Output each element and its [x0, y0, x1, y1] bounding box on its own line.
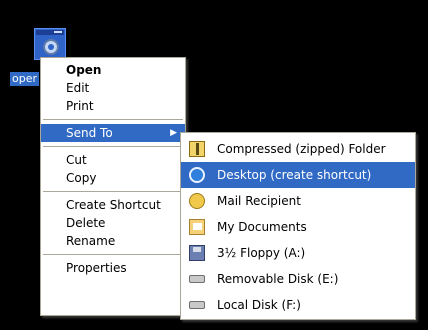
context-menu: Open Edit Print Send To ▶ Cut Copy Creat… [40, 57, 186, 316]
floppy-drive-icon [189, 245, 205, 261]
desktop: oper Open Edit Print Send To ▶ Cut Copy … [0, 0, 428, 330]
send-to-item-label: Mail Recipient [217, 194, 301, 208]
menu-item-rename[interactable]: Rename [41, 232, 185, 250]
send-to-item-label: Compressed (zipped) Folder [217, 142, 386, 156]
submenu-arrow-icon: ▶ [170, 128, 177, 138]
menu-item-create-shortcut[interactable]: Create Shortcut [41, 196, 185, 214]
menu-item-edit[interactable]: Edit [41, 79, 185, 97]
send-to-floppy[interactable]: 3½ Floppy (A:) [181, 240, 415, 266]
menu-item-delete[interactable]: Delete [41, 214, 185, 232]
menu-item-open[interactable]: Open [41, 61, 185, 79]
send-to-submenu: Compressed (zipped) Folder Desktop (crea… [180, 132, 416, 320]
menu-item-cut[interactable]: Cut [41, 151, 185, 169]
zip-folder-icon [189, 141, 205, 157]
menu-separator [43, 254, 183, 255]
send-to-my-documents[interactable]: My Documents [181, 214, 415, 240]
send-to-local-disk[interactable]: Local Disk (F:) [181, 292, 415, 318]
menu-item-send-to-label: Send To [66, 126, 113, 140]
desktop-icon-label[interactable]: oper [10, 72, 40, 86]
menu-separator [43, 191, 183, 192]
send-to-removable-disk[interactable]: Removable Disk (E:) [181, 266, 415, 292]
send-to-mail-recipient[interactable]: Mail Recipient [181, 188, 415, 214]
menu-item-send-to[interactable]: Send To ▶ [41, 124, 185, 142]
local-disk-icon [189, 301, 205, 309]
send-to-item-label: 3½ Floppy (A:) [217, 246, 306, 260]
send-to-compressed-folder[interactable]: Compressed (zipped) Folder [181, 136, 415, 162]
send-to-item-label: My Documents [217, 220, 307, 234]
mail-recipient-icon [189, 193, 205, 209]
my-documents-icon [189, 219, 205, 235]
menu-item-properties[interactable]: Properties [41, 259, 185, 277]
send-to-item-label: Removable Disk (E:) [217, 272, 339, 286]
send-to-desktop[interactable]: Desktop (create shortcut) [181, 162, 415, 188]
menu-item-copy[interactable]: Copy [41, 169, 185, 187]
send-to-item-label: Local Disk (F:) [217, 298, 301, 312]
menu-item-print[interactable]: Print [41, 97, 185, 115]
desktop-icon [189, 167, 205, 183]
menu-separator [43, 119, 183, 120]
send-to-item-label: Desktop (create shortcut) [217, 168, 372, 182]
menu-separator [43, 146, 183, 147]
removable-disk-icon [189, 275, 205, 283]
